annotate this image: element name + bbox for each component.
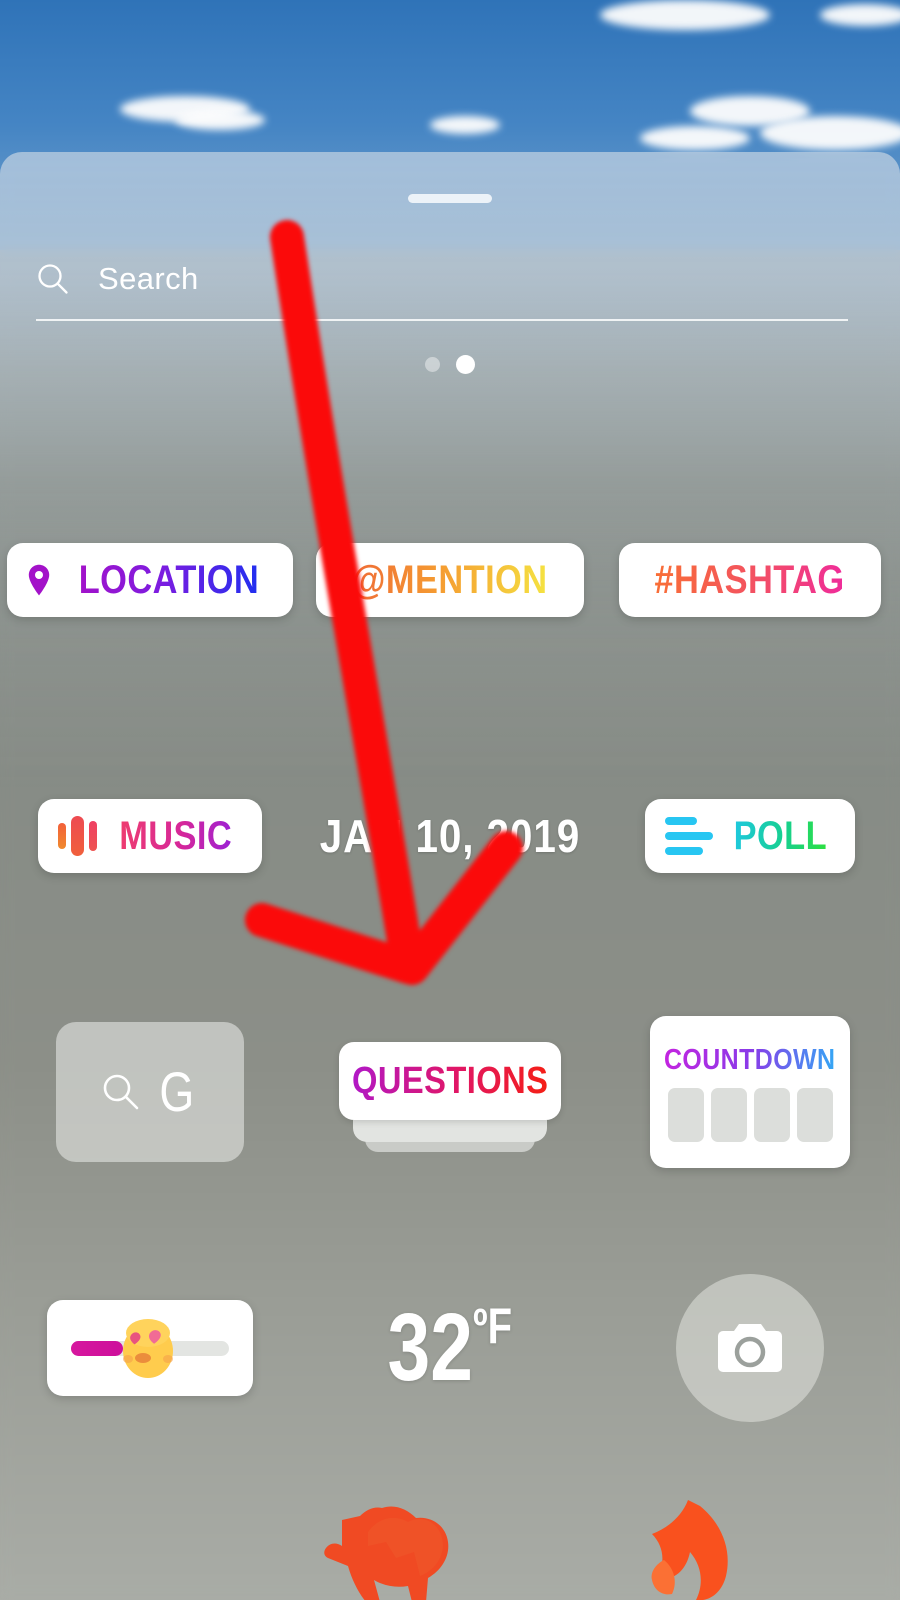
poll-bars-icon xyxy=(665,817,714,855)
sticker-label-hashtag: #HASHTAG xyxy=(654,558,846,602)
temperature-unit: ºF xyxy=(473,1298,513,1354)
cloud-shape xyxy=(175,110,265,130)
sticker-cell-gif: G xyxy=(0,964,300,1220)
sticker-cell-location: LOCATION xyxy=(0,452,300,708)
questions-card-front: QUESTIONS xyxy=(339,1042,561,1120)
sticker-gif-search[interactable]: G xyxy=(56,1022,244,1162)
sticker-label-countdown: COUNTDOWN xyxy=(664,1044,836,1076)
sticker-emoji-slider[interactable] xyxy=(47,1300,253,1396)
drag-handle[interactable] xyxy=(408,194,492,203)
sticker-cell-slider xyxy=(0,1220,300,1476)
sticker-location[interactable]: LOCATION xyxy=(6,543,294,617)
temperature-value: 32 xyxy=(387,1294,474,1401)
sticker-questions[interactable]: QUESTIONS xyxy=(339,1028,561,1156)
sticker-cell-temperature: 32 ºF xyxy=(300,1220,600,1476)
cloud-shape xyxy=(600,0,770,30)
cloud-shape xyxy=(820,4,900,26)
camel-emoji[interactable] xyxy=(324,1506,449,1600)
sticker-temperature[interactable]: 32 ºF xyxy=(388,1300,512,1396)
cloud-shape xyxy=(760,116,900,150)
sticker-label-gif: G xyxy=(159,1060,195,1123)
sticker-grid: LOCATION @MENTION #HASHTAG MUSIC JAN 10,… xyxy=(0,452,900,1476)
camera-icon xyxy=(718,1324,782,1372)
sticker-label-mention: @MENTION xyxy=(352,558,548,602)
sticker-label-questions: QUESTIONS xyxy=(351,1060,549,1102)
camera-button[interactable] xyxy=(676,1274,824,1422)
sticker-cell-mention: @MENTION xyxy=(300,452,600,708)
sticker-label-music: MUSIC xyxy=(119,814,233,858)
sticker-hashtag[interactable]: #HASHTAG xyxy=(619,543,881,617)
sticker-cell-date: JAN 10, 2019 xyxy=(300,708,600,964)
questions-stack-card-mid xyxy=(353,1120,547,1142)
search-divider xyxy=(36,319,848,321)
search-placeholder: Search xyxy=(98,261,199,296)
fire-emoji[interactable] xyxy=(651,1500,728,1600)
sticker-music[interactable]: MUSIC xyxy=(38,799,262,873)
cloud-shape xyxy=(640,126,750,150)
page-dot-1[interactable] xyxy=(425,357,440,372)
countdown-digits xyxy=(667,1088,833,1142)
search-icon xyxy=(103,1074,139,1110)
pagination-dots xyxy=(0,355,900,374)
sticker-cell-hashtag: #HASHTAG xyxy=(600,452,900,708)
sticker-tray-panel: Search LOCATION @MENTION #HASHTAG MUSIC … xyxy=(0,152,900,1600)
sticker-cell-countdown: COUNTDOWN xyxy=(600,964,900,1220)
music-bars-icon xyxy=(58,816,98,856)
page-dot-2-active[interactable] xyxy=(456,355,475,374)
sticker-label-location: LOCATION xyxy=(78,558,259,602)
sticker-cell-camera xyxy=(600,1220,900,1476)
sticker-countdown[interactable]: COUNTDOWN xyxy=(650,1016,850,1168)
sticker-label-poll: POLL xyxy=(733,814,828,858)
search-icon xyxy=(38,264,68,294)
sticker-date[interactable]: JAN 10, 2019 xyxy=(320,809,580,863)
bottom-emoji-row xyxy=(0,1470,900,1600)
location-pin-icon xyxy=(28,564,49,596)
cloud-shape xyxy=(430,116,500,134)
sticker-cell-questions: QUESTIONS xyxy=(300,964,600,1220)
slider-track xyxy=(71,1318,229,1378)
heart-eyes-emoji[interactable] xyxy=(115,1315,181,1381)
search-field[interactable]: Search xyxy=(36,242,864,316)
sticker-poll[interactable]: POLL xyxy=(645,799,855,873)
sticker-cell-poll: POLL xyxy=(600,708,900,964)
sticker-cell-music: MUSIC xyxy=(0,708,300,964)
sticker-mention[interactable]: @MENTION xyxy=(316,543,584,617)
